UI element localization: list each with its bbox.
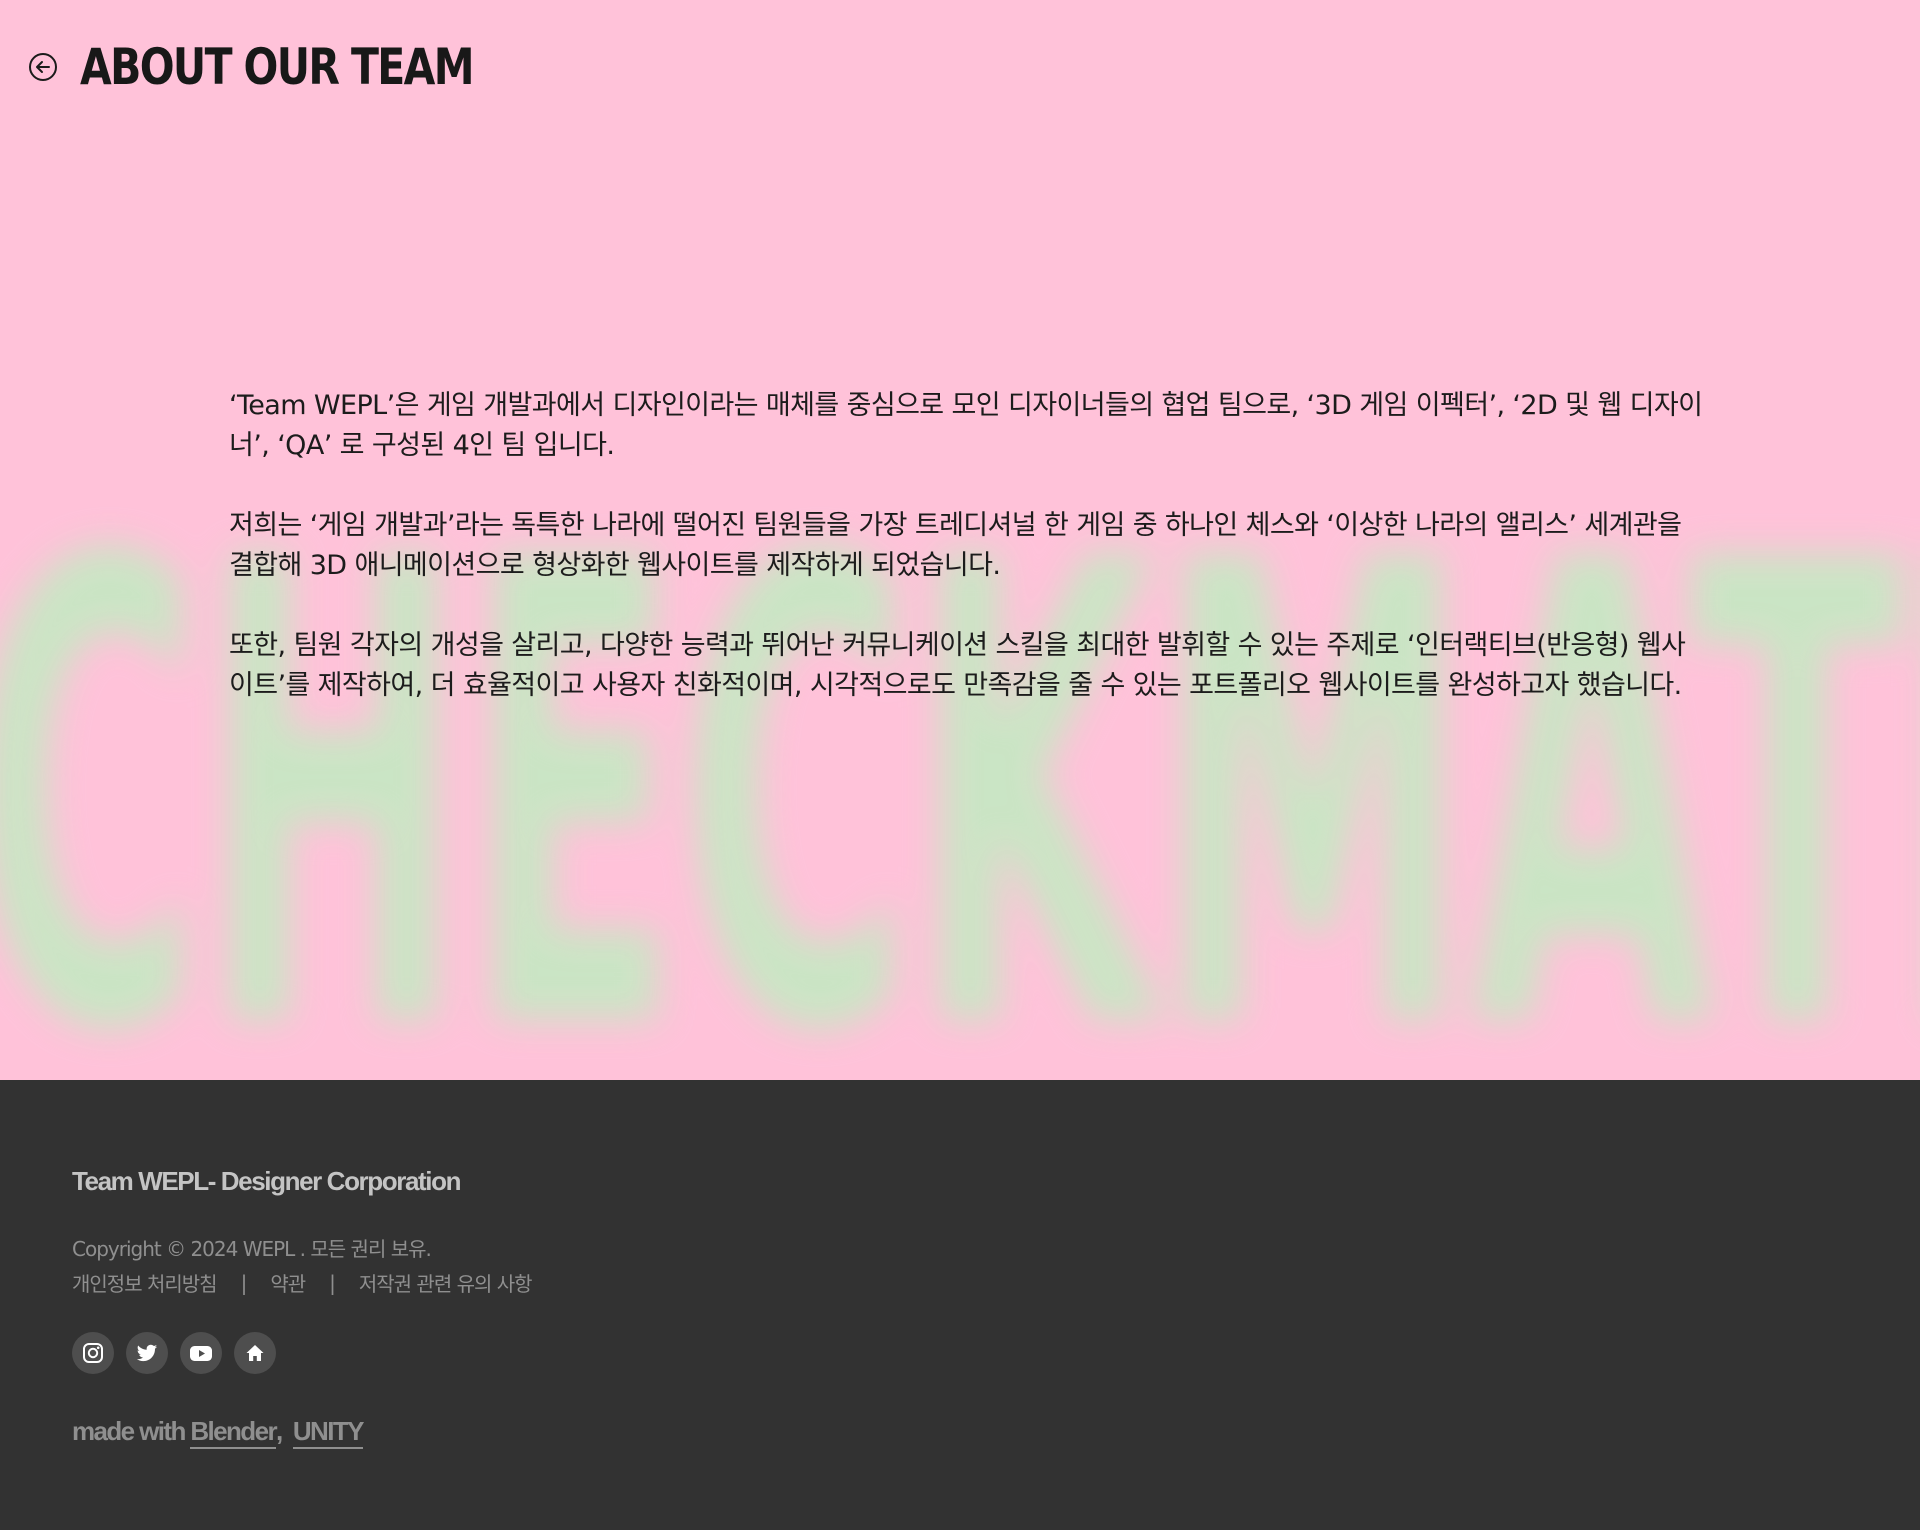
home-button[interactable] [234,1332,276,1374]
page-header: ABOUT OUR TEAM [28,36,559,98]
privacy-policy-link[interactable]: 개인정보 처리방침 [72,1268,218,1297]
copyright-notice-link[interactable]: 저작권 관련 유의 사항 [359,1268,533,1297]
link-separator: | [329,1270,336,1295]
page-title: ABOUT OUR TEAM [80,38,475,96]
blender-link[interactable]: Blender [190,1416,278,1449]
home-icon [246,1345,264,1361]
instagram-button[interactable] [72,1332,114,1374]
back-button[interactable] [28,52,58,82]
arrow-left-circle-icon [29,53,57,81]
twitter-icon [136,1344,158,1362]
unity-link[interactable]: UNITY [292,1416,364,1449]
social-links [72,1332,276,1374]
legal-links: 개인정보 처리방침 | 약관 | 저작권 관련 유의 사항 [72,1268,533,1297]
footer-brand: Team WEPL- Designer Corporation [72,1166,461,1196]
made-with-prefix: made with [72,1416,186,1446]
link-separator: | [240,1270,248,1295]
site-footer: Team WEPL- Designer Corporation Copyrigh… [0,1080,1920,1530]
terms-link[interactable]: 약관 [270,1268,306,1297]
copyright-text: Copyright © 2024 WEPL . 모든 권리 보유. [72,1237,432,1261]
twitter-button[interactable] [126,1332,168,1374]
team-introduction: ‘Team WEPL’은 게임 개발과에서 디자인이라는 매체를 중심으로 모인… [229,386,1709,746]
intro-paragraph-3: 또한, 팀원 각자의 개성을 살리고, 다양한 능력과 뛰어난 커뮤니케이션 스… [229,630,1686,701]
instagram-icon [83,1343,103,1363]
youtube-icon [190,1346,212,1361]
intro-paragraph-1: ‘Team WEPL’은 게임 개발과에서 디자인이라는 매체를 중심으로 모인… [229,390,1703,461]
intro-paragraph-2: 저희는 ‘게임 개발과’라는 독특한 나라에 떨어진 팀원들을 가장 트레디셔널… [229,510,1682,581]
made-with-credit: made with Blender , UNITY [72,1416,364,1449]
hero-section: CHECKMATE ABOUT OUR TEAM ‘Team WEPL’은 게임… [0,0,1920,1080]
youtube-button[interactable] [180,1332,222,1374]
